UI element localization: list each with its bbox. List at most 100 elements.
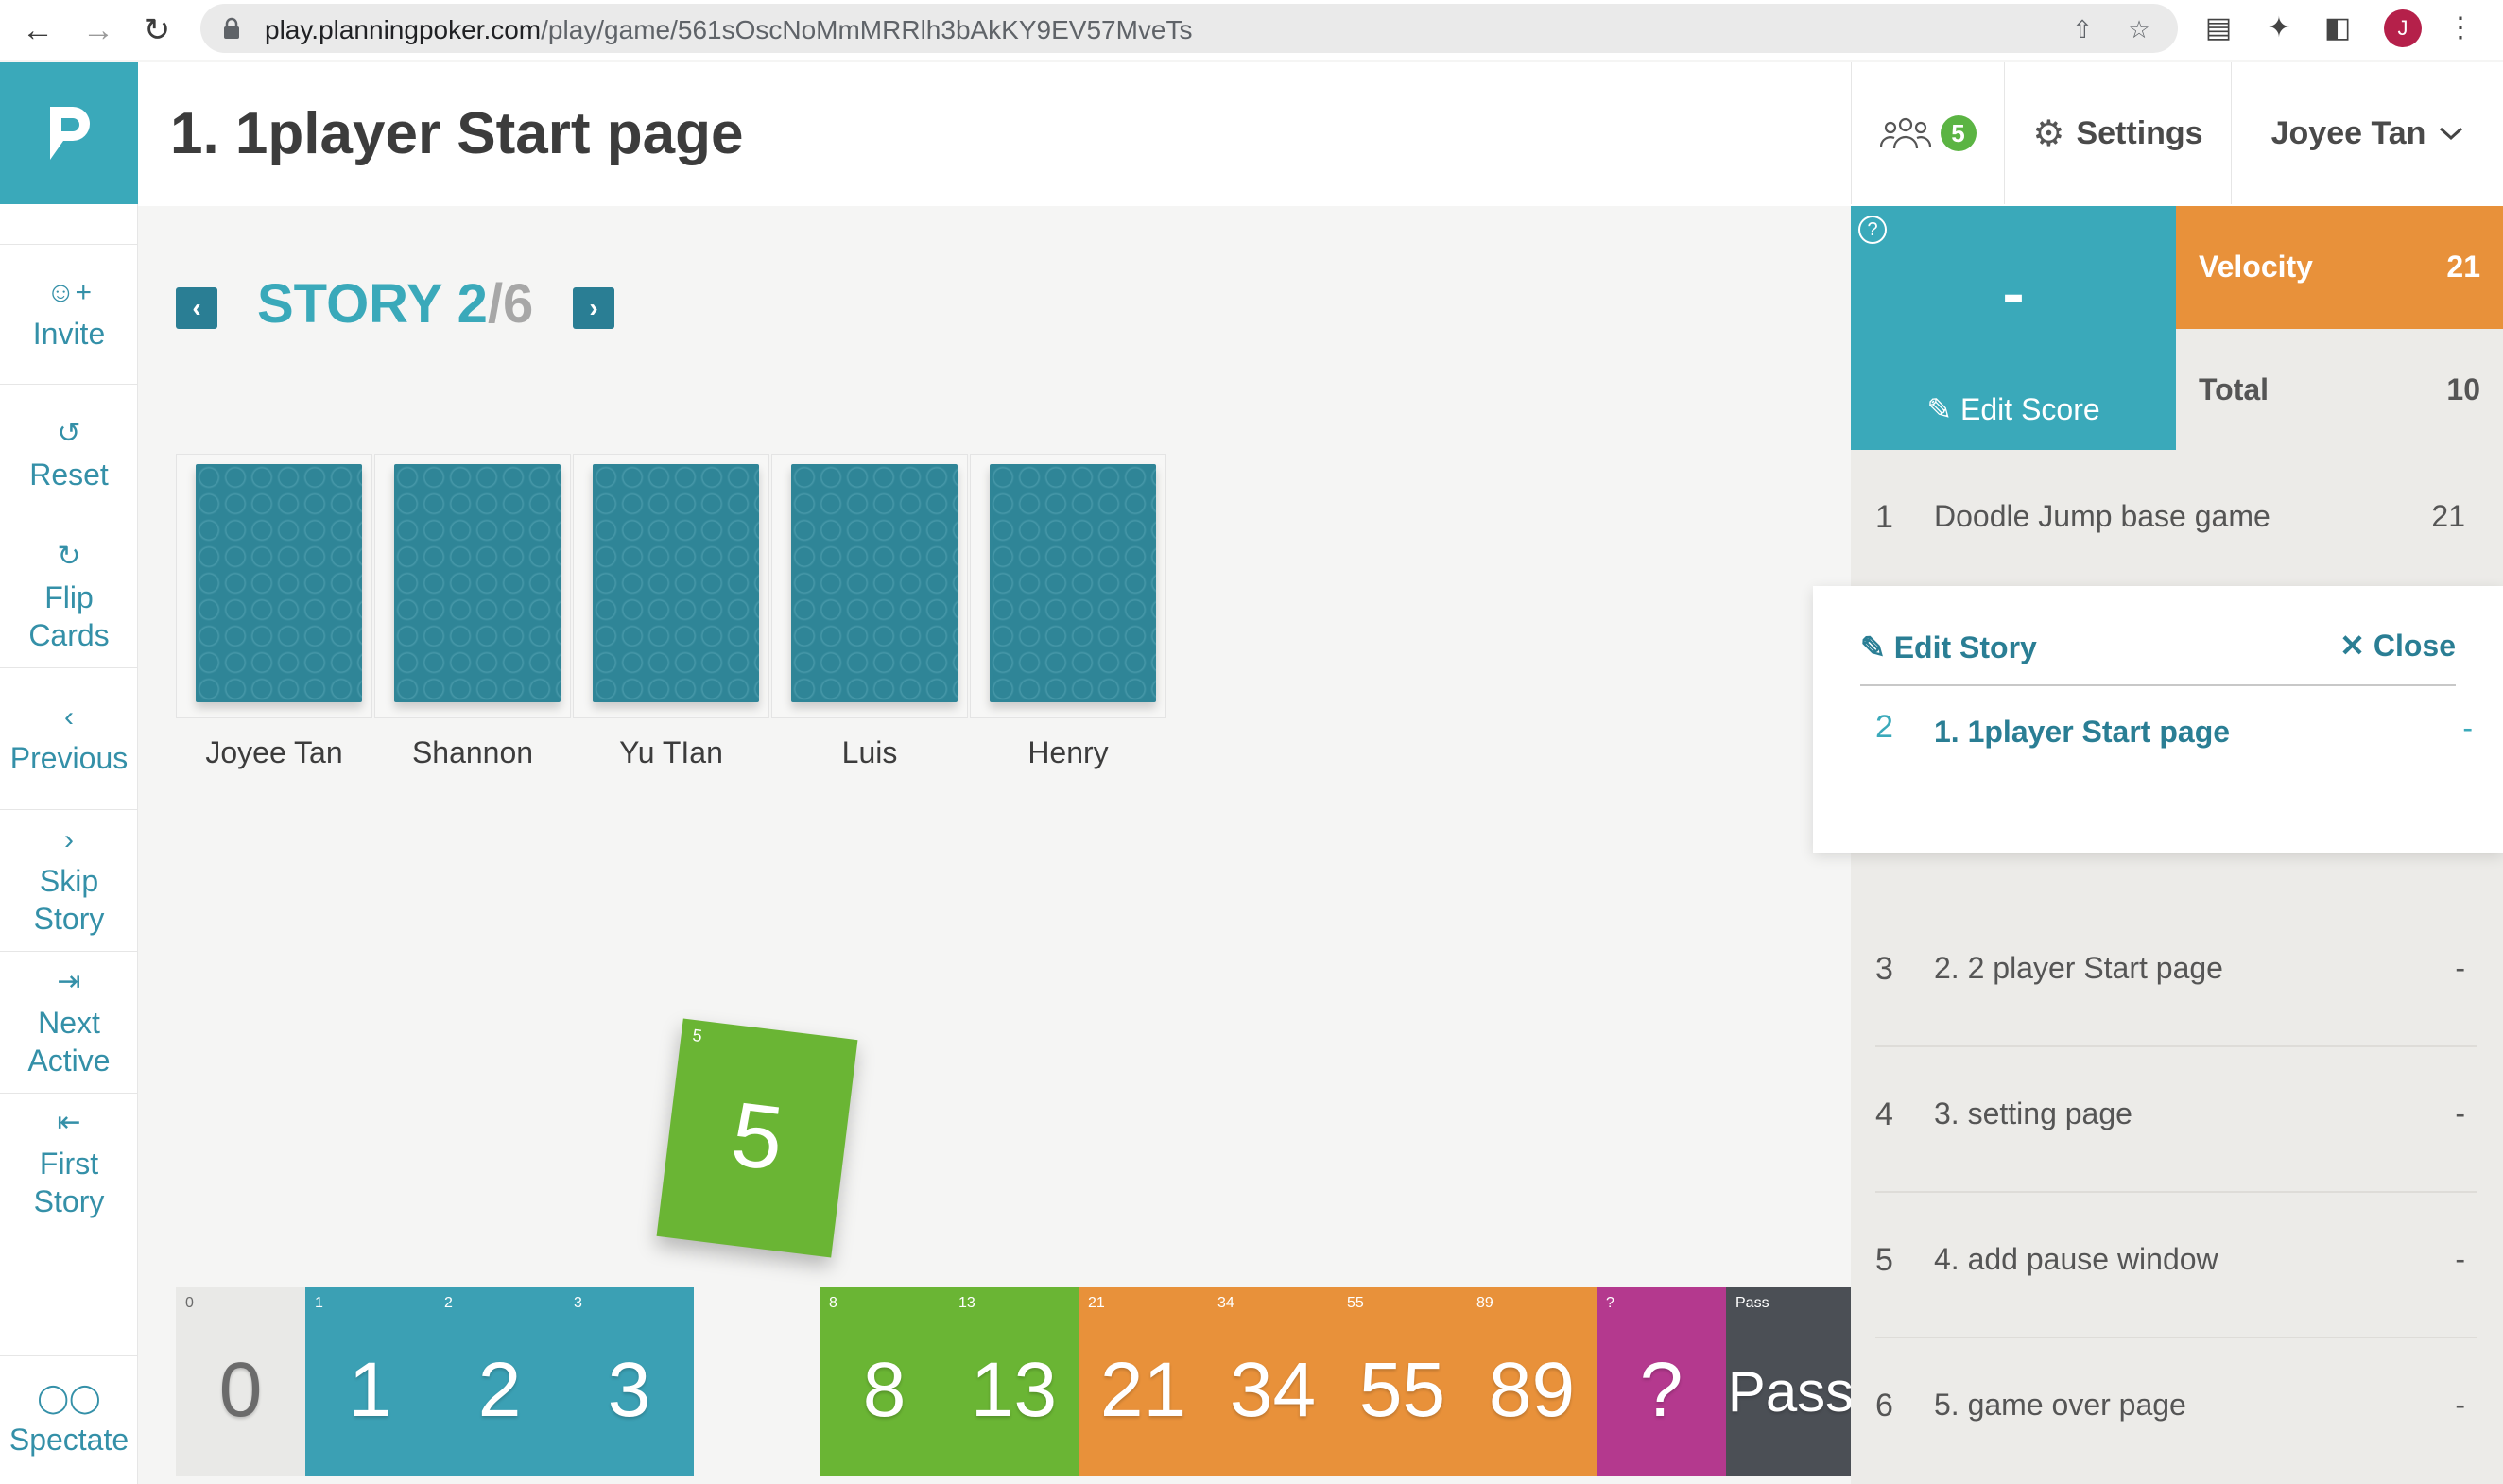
- deck-card-corner: 2: [444, 1295, 453, 1311]
- help-icon[interactable]: ?: [1858, 216, 1887, 244]
- deck-card[interactable]: 55 55: [1338, 1287, 1467, 1476]
- settings-button[interactable]: ⚙ Settings: [2004, 62, 2231, 204]
- deck-card-value: 89: [1488, 1347, 1576, 1433]
- skip-story-button[interactable]: › Skip Story: [0, 809, 138, 951]
- player-name: Yu TIan: [619, 735, 723, 769]
- deck-card[interactable]: 11: [305, 1287, 435, 1476]
- velocity-label: Velocity: [2199, 250, 2313, 284]
- next-active-button[interactable]: ⇥ Next Active: [0, 951, 138, 1093]
- close-story-label: Close: [2373, 629, 2456, 663]
- active-story-score: -: [2462, 711, 2473, 745]
- reader-mode-icon[interactable]: ▤: [2202, 11, 2235, 43]
- reset-button[interactable]: ↺ Reset: [0, 384, 138, 526]
- deck-card[interactable]: 88: [820, 1287, 949, 1476]
- close-story-button[interactable]: ✕ Close: [2339, 628, 2456, 664]
- flip-cards-button[interactable]: ↻ Flip Cards: [0, 526, 138, 667]
- score-box: ? - ✎ Edit Score: [1851, 206, 2176, 450]
- next-story-button[interactable]: ›: [573, 287, 614, 329]
- page-title: 1. 1player Start page: [170, 101, 744, 166]
- flip-label-2: Cards: [28, 617, 110, 652]
- invite-label: Invite: [32, 316, 106, 351]
- deck-card-value: ?: [1639, 1347, 1683, 1433]
- settings-label: Settings: [2076, 114, 2203, 151]
- active-story-title: 1. 1player Start page: [1934, 715, 2231, 749]
- players-count-badge: 5: [1940, 115, 1977, 151]
- active-story-number: 2: [1875, 709, 1893, 745]
- player-name: Henry: [1027, 735, 1109, 769]
- invite-button[interactable]: ☺+ Invite: [0, 244, 138, 384]
- edit-story-button[interactable]: ✎ Edit Story: [1860, 630, 2037, 665]
- story-score: -: [2002, 256, 2025, 330]
- chevron-down-icon: [2440, 127, 2463, 141]
- card-back: [394, 464, 561, 702]
- profile-avatar[interactable]: J: [2384, 9, 2422, 47]
- story-counter: STORY 2/6: [257, 273, 534, 335]
- deck-card-value: 0: [218, 1347, 263, 1433]
- first-label-1: First: [39, 1147, 99, 1181]
- address-bar[interactable]: play.planningpoker.com/play/game/561sOsc…: [200, 4, 2178, 53]
- story-row[interactable]: 1 Doodle Jump base game 21: [1875, 450, 2477, 595]
- card-back: [990, 464, 1156, 702]
- deck-card[interactable]: 89 89: [1467, 1287, 1597, 1476]
- side-panel-icon[interactable]: ◧: [2322, 11, 2354, 43]
- back-icon[interactable]: ←: [17, 9, 59, 51]
- story-row[interactable]: 5 4. add pause window -: [1875, 1193, 2477, 1338]
- deck-card-corner: 55: [1347, 1295, 1364, 1311]
- pencil-icon: ✎: [1860, 630, 1886, 664]
- selected-card[interactable]: 5 5: [656, 1018, 858, 1258]
- extensions-puzzle-icon[interactable]: ✦: [2263, 11, 2295, 43]
- story-row[interactable]: 4 3. setting page -: [1875, 1047, 2477, 1193]
- deck-card-value: 2: [477, 1347, 522, 1433]
- total-label: Total: [2199, 372, 2270, 406]
- player-card-slot: [374, 454, 571, 718]
- total-value: 10: [2446, 372, 2480, 406]
- story-number: 4: [1875, 1096, 1893, 1132]
- gear-icon: ⚙: [2032, 113, 2065, 154]
- spectate-button[interactable]: ◯◯ Spectate: [0, 1355, 138, 1484]
- previous-story-button[interactable]: ‹: [176, 287, 217, 329]
- player-card-slot: [176, 454, 372, 718]
- app-logo[interactable]: [0, 62, 138, 204]
- velocity-value: 21: [2446, 250, 2480, 284]
- arrow-to-start-icon: ⇤: [57, 1107, 81, 1138]
- deck-card-value: 13: [970, 1347, 1058, 1433]
- share-icon[interactable]: ⇧: [2068, 15, 2097, 43]
- arrow-to-end-icon: ⇥: [57, 965, 81, 997]
- deck-card[interactable]: 33: [564, 1287, 694, 1476]
- user-menu[interactable]: Joyee Tan: [2231, 62, 2503, 204]
- story-row[interactable]: 6 5. game over page -: [1875, 1338, 2477, 1484]
- player-name: Luis: [841, 735, 898, 769]
- reload-icon[interactable]: ↻: [136, 9, 178, 51]
- more-menu-icon[interactable]: ⋮: [2444, 11, 2477, 43]
- left-sidebar: ☺+ Invite ↺ Reset ↻ Flip Cards ‹ Previou…: [0, 204, 138, 1484]
- edit-score-button[interactable]: ✎ Edit Score: [1851, 391, 2176, 427]
- previous-button[interactable]: ‹ Previous: [0, 667, 138, 809]
- deck-card[interactable]: ??: [1597, 1287, 1726, 1476]
- story-score-value: 21: [2431, 499, 2465, 533]
- deck-card[interactable]: 00: [176, 1287, 305, 1476]
- deck-card[interactable]: 21 21: [1079, 1287, 1208, 1476]
- story-score-value: -: [2455, 1096, 2465, 1130]
- players-button[interactable]: 5: [1851, 62, 2004, 204]
- story-row[interactable]: 3 2. 2 player Start page -: [1875, 902, 2477, 1047]
- first-story-button[interactable]: ⇤ First Story: [0, 1093, 138, 1234]
- deck-card-corner: 13: [958, 1295, 975, 1311]
- deck-card[interactable]: 22: [435, 1287, 564, 1476]
- next-label-1: Next: [38, 1005, 100, 1040]
- deck-card[interactable]: 13 13: [949, 1287, 1079, 1476]
- card-back: [593, 464, 759, 702]
- player-card-slot: [573, 454, 769, 718]
- users-icon: [1879, 117, 1931, 149]
- glasses-icon: ◯◯: [37, 1382, 101, 1414]
- previous-label: Previous: [9, 740, 129, 775]
- planningpoker-logo-icon: [50, 107, 90, 160]
- deck-card[interactable]: Pass Pass: [1726, 1287, 1856, 1476]
- forward-icon[interactable]: →: [78, 9, 119, 51]
- chevron-left-icon: ‹: [64, 700, 74, 733]
- deck-card-value: 34: [1229, 1347, 1317, 1433]
- first-label-2: Story: [33, 1184, 105, 1218]
- bookmark-star-icon[interactable]: ☆: [2125, 15, 2153, 43]
- deck-card-value: 1: [348, 1347, 392, 1433]
- skip-label-2: Story: [33, 901, 105, 936]
- deck-card[interactable]: 34 34: [1208, 1287, 1338, 1476]
